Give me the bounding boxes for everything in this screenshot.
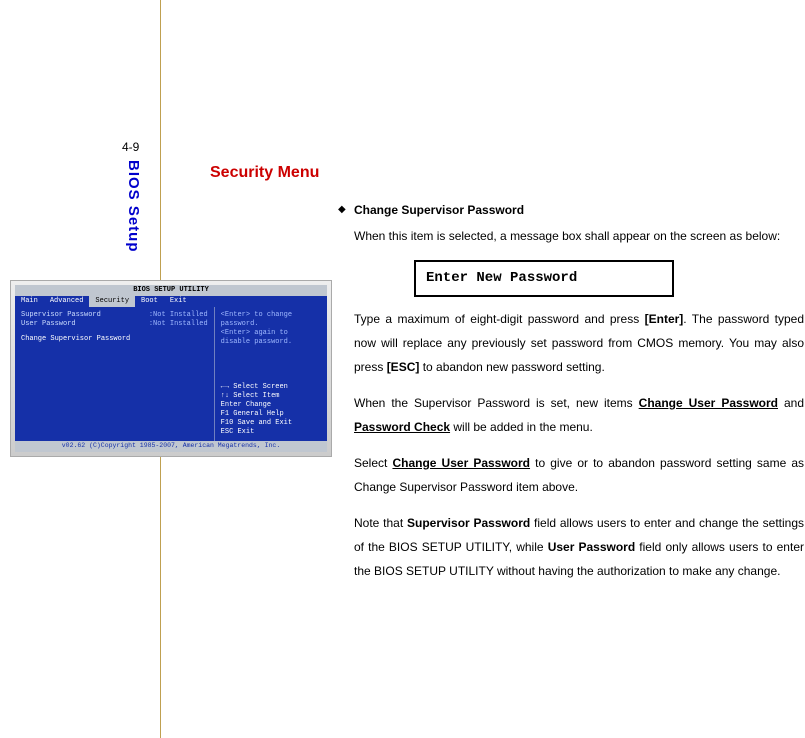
bios-tab-security: Security: [89, 296, 135, 307]
bios-tab-bar: Main Advanced Security Boot Exit: [15, 296, 327, 307]
bios-help-top: <Enter> to change password. <Enter> agai…: [221, 311, 321, 347]
bios-supervisor-label: Supervisor Password: [21, 311, 101, 320]
user-password-ref: User Password: [548, 540, 636, 554]
bios-row-supervisor: Supervisor Password :Not Installed: [21, 311, 208, 320]
bios-user-value: :Not Installed: [149, 320, 208, 329]
esc-key: [ESC]: [387, 360, 420, 374]
enter-key: [Enter]: [645, 312, 684, 326]
bullet-title: Change Supervisor Password: [354, 198, 804, 222]
bios-row-user: User Password :Not Installed: [21, 320, 208, 329]
bios-tab-main: Main: [15, 296, 44, 307]
text: Type a maximum of eight-digit password a…: [354, 312, 645, 326]
text: When the Supervisor Password is set, new…: [354, 396, 639, 410]
bios-left-pane: Supervisor Password :Not Installed User …: [15, 307, 215, 441]
paragraph-3: Select Change User Password to give or t…: [354, 451, 804, 499]
text: to abandon new password setting.: [419, 360, 604, 374]
bios-right-pane: <Enter> to change password. <Enter> agai…: [215, 307, 327, 441]
bios-change-supervisor: Change Supervisor Password: [21, 335, 208, 344]
paragraph-4: Note that Supervisor Password field allo…: [354, 511, 804, 583]
paragraph-1: Type a maximum of eight-digit password a…: [354, 307, 804, 379]
bios-help-bottom: ←→ Select Screen ↑↓ Select Item Enter Ch…: [221, 383, 321, 438]
text: Note that: [354, 516, 407, 530]
bios-tab-boot: Boot: [135, 296, 164, 307]
bios-title-bar: BIOS SETUP UTILITY: [15, 285, 327, 296]
bios-user-label: User Password: [21, 320, 76, 329]
bios-tab-exit: Exit: [164, 296, 193, 307]
bullet-icon: ◆: [338, 204, 346, 215]
bios-screenshot: BIOS SETUP UTILITY Main Advanced Securit…: [10, 280, 332, 457]
text: and: [778, 396, 804, 410]
change-user-password-ref: Change User Password: [392, 456, 530, 470]
manual-page: 4-9 BIOS Setup Security Menu ◆ Change Su…: [0, 0, 805, 738]
sidebar-section-label: BIOS Setup: [125, 160, 142, 253]
password-check-ref: Password Check: [354, 420, 450, 434]
change-user-password-ref: Change User Password: [639, 396, 778, 410]
paragraph-2: When the Supervisor Password is set, new…: [354, 391, 804, 439]
text: Select: [354, 456, 392, 470]
password-prompt-box: Enter New Password: [414, 260, 674, 297]
bios-body: Supervisor Password :Not Installed User …: [15, 307, 327, 441]
content-body: Change Supervisor Password When this ite…: [354, 198, 804, 595]
text: will be added in the menu.: [450, 420, 593, 434]
supervisor-password-ref: Supervisor Password: [407, 516, 530, 530]
bios-screen: BIOS SETUP UTILITY Main Advanced Securit…: [15, 285, 327, 452]
bios-tab-advanced: Advanced: [44, 296, 90, 307]
section-heading: Security Menu: [210, 164, 319, 182]
page-number: 4-9: [122, 140, 139, 154]
bios-supervisor-value: :Not Installed: [149, 311, 208, 320]
intro-paragraph: When this item is selected, a message bo…: [354, 224, 804, 248]
bios-footer: v02.62 (C)Copyright 1985-2007, American …: [15, 441, 327, 451]
